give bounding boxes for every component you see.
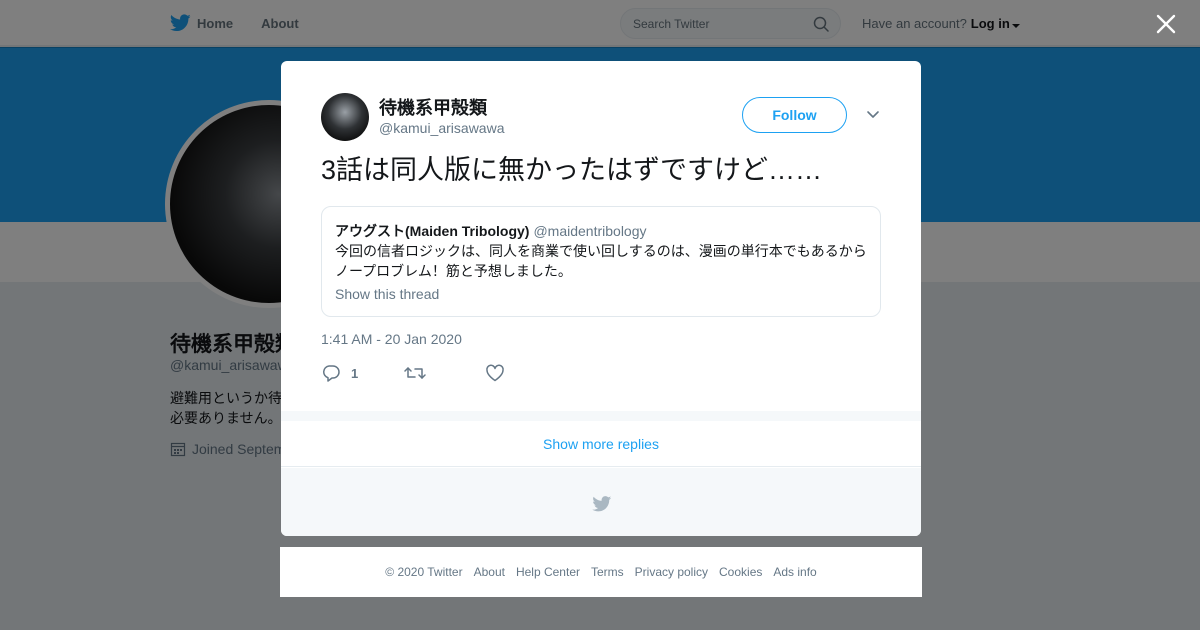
footer-link-privacy[interactable]: Privacy policy [635, 565, 708, 579]
reply-count: 1 [351, 365, 359, 381]
tweet-text: 3話は同人版に無かったはずですけど…… [321, 155, 823, 185]
tweet: 待機系甲殻類 @kamui_arisawawa Follow 3話は同人版に無か… [281, 61, 921, 411]
chevron-down-icon[interactable] [866, 110, 880, 120]
retweet-button[interactable] [404, 364, 426, 382]
footer-copyright: © 2020 Twitter [385, 565, 463, 579]
show-more-replies-button[interactable]: Show more replies [281, 421, 921, 467]
tweet-modal: 待機系甲殻類 @kamui_arisawawa Follow 3話は同人版に無か… [281, 61, 921, 536]
tweet-fullname[interactable]: 待機系甲殻類 [379, 94, 487, 120]
close-icon[interactable] [1155, 13, 1177, 35]
twitter-bird-icon [592, 496, 612, 512]
reply-icon [322, 365, 340, 382]
like-button[interactable] [485, 364, 505, 382]
retweet-icon [404, 367, 426, 379]
tweet-username[interactable]: @kamui_arisawawa [379, 120, 504, 136]
quoted-tweet[interactable]: アウグスト(Maiden Tribology) @maidentribology … [321, 206, 881, 317]
heart-icon [486, 364, 505, 382]
modal-footer [281, 468, 921, 536]
show-thread-link[interactable]: Show this thread [335, 286, 439, 302]
footer-link-help-center[interactable]: Help Center [516, 565, 580, 579]
tweet-timestamp[interactable]: 1:41 AM - 20 Jan 2020 [321, 331, 462, 347]
footer-link-terms[interactable]: Terms [591, 565, 624, 579]
footer-link-about[interactable]: About [474, 565, 505, 579]
quoted-author: アウグスト(Maiden Tribology) @maidentribology [335, 221, 647, 241]
tweet-actions: 1 [321, 363, 505, 383]
follow-button[interactable]: Follow [742, 97, 847, 133]
quoted-username: @maidentribology [533, 223, 647, 239]
page-footer: © 2020 Twitter About Help Center Terms P… [280, 547, 922, 597]
quoted-text: 今回の信者ロジックは、同人を商業で使い回しするのは、漫画の単行本でもあるからノー… [335, 243, 867, 279]
modal-divider [281, 411, 921, 421]
reply-button[interactable]: 1 [321, 364, 358, 382]
footer-link-cookies[interactable]: Cookies [719, 565, 762, 579]
avatar[interactable] [321, 93, 369, 141]
footer-link-ads-info[interactable]: Ads info [773, 565, 816, 579]
quoted-fullname: アウグスト(Maiden Tribology) [335, 223, 530, 239]
